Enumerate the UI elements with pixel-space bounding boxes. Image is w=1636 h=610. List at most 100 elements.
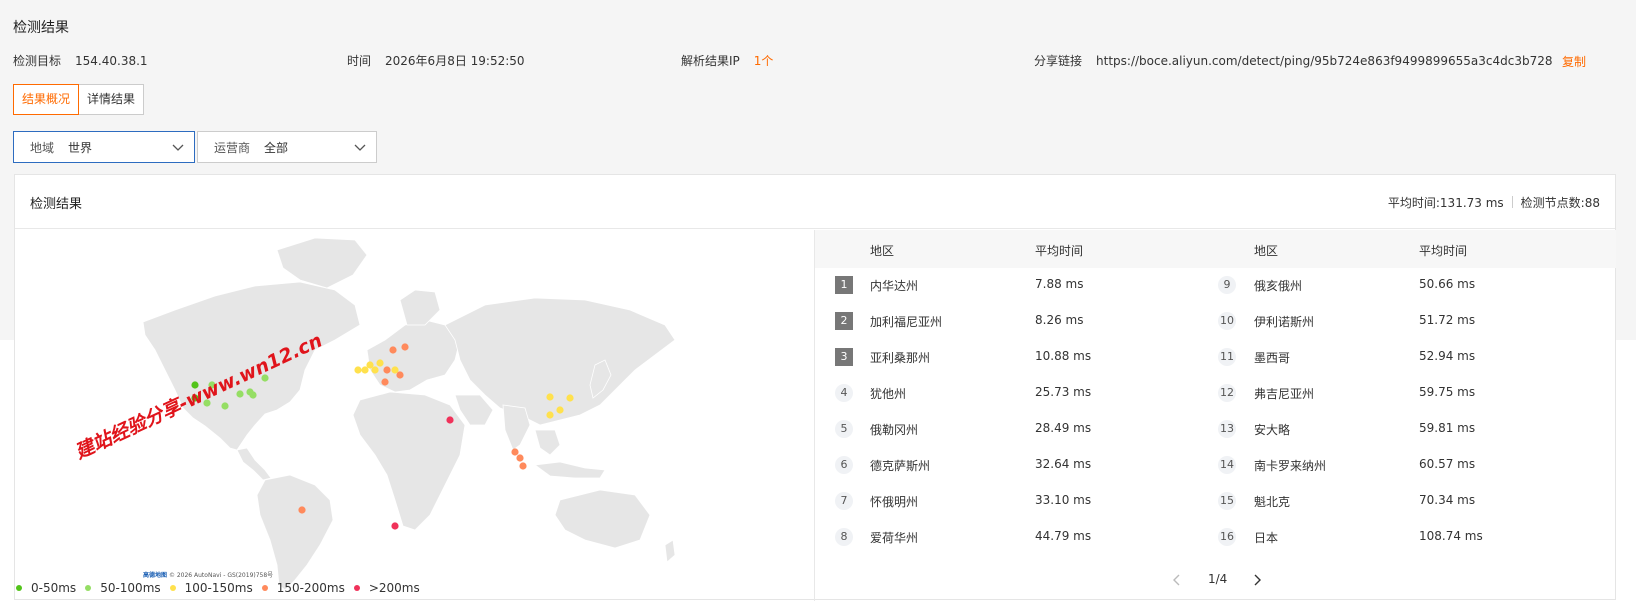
rank-badge: 14 [1218,456,1236,474]
carrier-select[interactable]: 运营商 全部 [197,131,377,163]
map-node-marker[interactable] [516,454,524,462]
pagination: 1/4 [1170,571,1280,591]
map-node-marker[interactable] [354,366,362,374]
region-cell: 南卡罗来纳州 [1254,459,1327,473]
greenland-shape [276,237,368,289]
indonesia-shape [533,461,606,479]
tab-overview[interactable]: 结果概况 [13,84,80,115]
result-panel: 检测结果 平均时间:131.73 ms 检测节点数:88 地区 平均时间 地区 … [14,174,1616,601]
region-cell: 俄亥俄州 [1254,279,1303,293]
rank-badge: 13 [1218,420,1236,438]
map-node-marker[interactable] [383,366,391,374]
time-cell: 44.79 ms [1035,529,1092,543]
central-america-shape [236,447,272,481]
legend-dot-icon [353,585,360,591]
map-node-marker[interactable] [546,393,554,401]
time-cell: 51.72 ms [1419,313,1476,327]
time-label: 时间 [347,54,372,68]
map-node-marker[interactable] [376,359,384,367]
rank-badge: 1 [835,276,853,294]
map-node-marker[interactable] [371,366,379,374]
region-select-value: 世界 [68,140,93,155]
panel-stats: 平均时间:131.73 ms 检测节点数:88 [1388,194,1600,211]
map-node-marker[interactable] [221,402,229,410]
map-node-marker[interactable] [249,391,257,399]
legend-dot-icon [85,585,92,591]
map-node-marker[interactable] [566,394,574,402]
table-row: 4 犹他州 25.73 ms 12 弗吉尼亚州 59.75 ms [815,376,1616,412]
time-value: 2026年6月8日 19:52:50 [385,54,525,68]
time-cell: 25.73 ms [1035,385,1092,399]
table-row: 3 亚利桑那州 10.88 ms 11 墨西哥 52.94 ms [815,340,1616,376]
region-cell: 亚利桑那州 [870,351,931,365]
rank-badge: 8 [835,528,853,546]
table-header: 地区 平均时间 地区 平均时间 [815,230,1616,268]
india-shape [502,404,531,451]
time-cell: 59.81 ms [1419,421,1476,435]
chevron-right-icon[interactable] [1250,573,1264,587]
carrier-select-label: 运营商 [214,140,251,155]
share-info: 分享链接 https://boce.aliyun.com/detect/ping/… [1034,52,1553,69]
europe-shape [366,319,461,393]
table-row: 2 加利福尼亚州 8.26 ms 10 伊利诺斯州 51.72 ms [815,304,1616,340]
region-cell: 伊利诺斯州 [1254,315,1315,329]
legend-item[interactable]: >200ms [353,581,420,595]
map-node-marker[interactable] [546,411,554,419]
copy-button[interactable]: 复制 [1562,53,1586,70]
time-cell: 7.88 ms [1035,277,1084,291]
time-info: 时间 2026年6月8日 19:52:50 [347,52,525,69]
ip-value: 1个 [753,54,774,68]
carrier-select-value: 全部 [264,140,289,155]
map-node-marker[interactable] [389,346,397,354]
page-title: 检测结果 [13,20,69,36]
legend-label: 100-150ms [184,581,253,595]
header-region-right: 地区 [1254,244,1279,258]
node-count: 检测节点数:88 [1520,196,1600,210]
region-select[interactable]: 地域 世界 [13,131,195,163]
map-node-marker[interactable] [401,343,409,351]
ip-info: 解析结果IP 1个 [681,52,773,69]
table-row: 6 德克萨斯州 32.64 ms 14 南卡罗来纳州 60.57 ms [815,448,1616,484]
map-legend: 0-50ms 50-100ms 100-150ms 150-200ms >200… [16,581,429,595]
amap-logo: 高德地图 [143,572,168,579]
map-node-marker[interactable] [396,371,404,379]
map-node-marker[interactable] [381,378,389,386]
legend-item[interactable]: 0-50ms [16,581,76,595]
region-cell: 内华达州 [870,279,919,293]
region-cell: 德克萨斯州 [870,459,931,473]
time-cell: 28.49 ms [1035,421,1092,435]
legend-label: 0-50ms [31,581,77,595]
chevron-left-icon[interactable] [1170,573,1184,587]
rank-badge: 11 [1218,348,1236,366]
ranking-table: 地区 平均时间 地区 平均时间 1 内华达州 7.88 ms 9 俄亥俄州 50.66 m… [815,230,1616,546]
map-node-marker[interactable] [298,506,306,514]
rank-badge: 3 [835,348,853,366]
rank-badge: 9 [1218,276,1236,294]
map-node-marker[interactable] [391,522,399,530]
legend-label: 50-100ms [100,581,161,595]
region-cell: 弗吉尼亚州 [1254,387,1315,401]
map-copyright: © 2026 AutoNavi - GS(2019)758号 [168,572,274,579]
southeast-asia-shape [534,429,561,456]
time-cell: 10.88 ms [1035,349,1092,363]
region-cell: 怀俄明州 [870,495,919,509]
rank-badge: 16 [1218,528,1236,546]
map-node-marker[interactable] [519,462,527,470]
rank-badge: 5 [835,420,853,438]
legend-item[interactable]: 50-100ms [85,581,161,595]
region-cell: 日本 [1254,531,1279,545]
chevron-down-icon [354,144,366,151]
result-tabs: 结果概况 详情结果 [13,84,145,115]
rank-badge: 4 [835,384,853,402]
map-node-marker[interactable] [446,416,454,424]
tab-details[interactable]: 详情结果 [79,84,145,115]
scandinavia-shape [399,289,441,326]
rank-badge: 6 [835,456,853,474]
time-cell: 70.34 ms [1419,493,1476,507]
legend-item[interactable]: 150-200ms [261,581,345,595]
map-node-marker[interactable] [511,448,519,456]
legend-item[interactable]: 100-150ms [169,581,253,595]
share-link[interactable]: https://boce.aliyun.com/detect/ping/95b7… [1096,54,1552,68]
rank-badge: 10 [1218,312,1236,330]
map-node-marker[interactable] [556,406,564,414]
